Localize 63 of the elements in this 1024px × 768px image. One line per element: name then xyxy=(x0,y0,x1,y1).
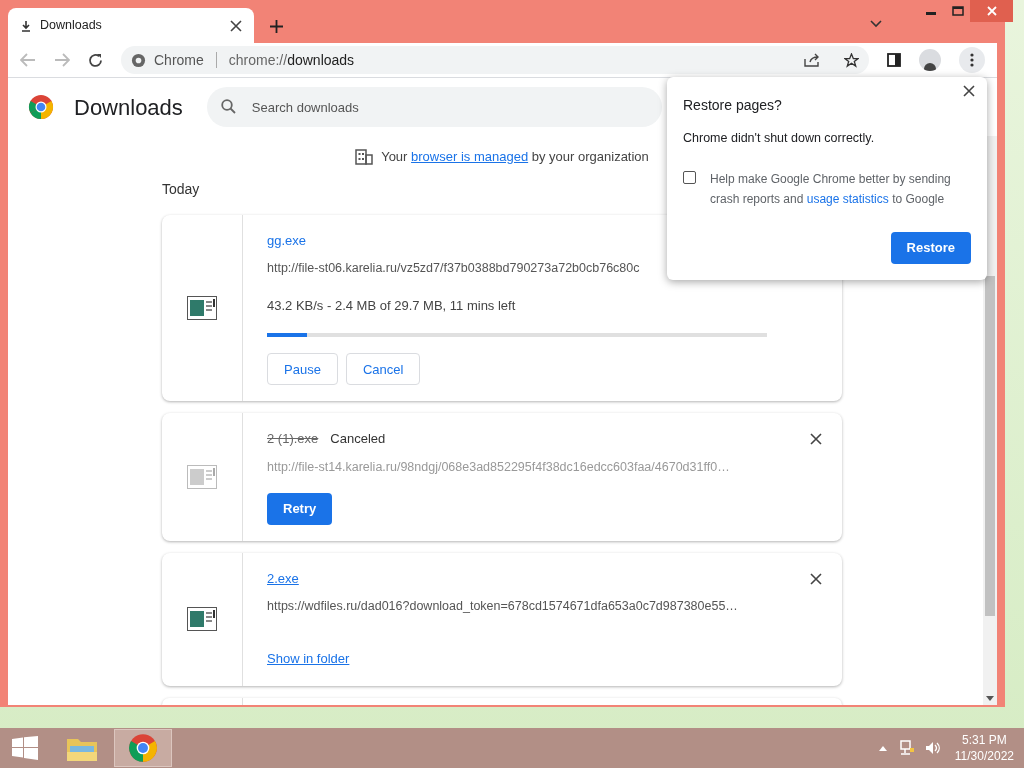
clock-date: 11/30/2022 xyxy=(954,748,1014,764)
file-icon xyxy=(187,295,217,320)
share-icon[interactable] xyxy=(804,53,820,67)
side-panel-icon[interactable] xyxy=(887,53,901,67)
browser-tab[interactable]: Downloads xyxy=(8,8,254,43)
chrome-logo-icon xyxy=(128,733,158,763)
page-title: Downloads xyxy=(74,93,183,122)
chrome-icon xyxy=(131,52,146,68)
more-vertical-icon xyxy=(970,53,974,67)
building-icon xyxy=(355,148,374,165)
managed-notice: Your browser is managed by your organization xyxy=(381,148,649,166)
popup-message: Chrome didn't shut down correctly. xyxy=(683,130,876,147)
clock[interactable]: 5:31 PM 11/30/2022 xyxy=(954,732,1014,764)
url-text: chrome://downloads xyxy=(228,50,355,70)
close-icon[interactable] xyxy=(963,85,975,97)
file-name: 2 (1).exe xyxy=(267,430,319,449)
file-icon xyxy=(187,607,217,632)
file-url: http://file-st14.karelia.ru/98ndgj/068e3ad852295f4f38dc16edcc603faa/4670d31ff0… xyxy=(267,458,731,476)
managed-link[interactable]: browser is managed xyxy=(411,149,529,164)
volume-icon[interactable] xyxy=(924,741,941,755)
maximize-icon[interactable] xyxy=(952,6,964,16)
progress-text: 43.2 KB/s - 2.4 MB of 29.7 MB, 11 mins left xyxy=(267,296,517,315)
site-label: Chrome xyxy=(154,50,204,70)
file-name-link[interactable]: 2.exe xyxy=(267,568,299,588)
tab-title: Downloads xyxy=(40,17,103,35)
status-text: Canceled xyxy=(330,430,386,449)
show-in-folder-link[interactable]: Show in folder xyxy=(267,650,350,666)
file-name-link[interactable]: gg.exe xyxy=(267,230,307,250)
tab-search-chevron-icon[interactable] xyxy=(870,20,882,28)
clock-time: 5:31 PM xyxy=(962,732,1007,748)
scroll-down-arrow-icon[interactable] xyxy=(986,696,994,701)
close-window-button[interactable] xyxy=(970,0,1013,22)
bookmark-star-icon[interactable] xyxy=(844,52,859,68)
checkbox[interactable] xyxy=(683,170,696,184)
show-hidden-icons[interactable] xyxy=(878,745,887,751)
checkbox-label: Help make Google Chrome better by sending crash reports and usage statistics to Google xyxy=(710,170,952,208)
scrollbar-thumb[interactable] xyxy=(985,276,995,616)
profile-icon[interactable] xyxy=(919,49,941,71)
new-tab-icon[interactable] xyxy=(270,20,283,33)
retry-button[interactable]: Retry xyxy=(267,492,333,525)
network-icon[interactable] xyxy=(898,740,915,756)
popup-title: Restore pages? xyxy=(683,96,783,115)
file-url: https://wdfiles.ru/dad016?download_token=678cd1574671dfa653a0c7d987380e55… xyxy=(267,598,739,615)
reload-icon[interactable] xyxy=(88,52,103,68)
action-button[interactable]: Pause xyxy=(267,353,338,386)
chrome-taskbar-button[interactable] xyxy=(114,729,172,767)
file-url: http://file-st06.karelia.ru/vz5zd7/f37b0388bd790273a72b0cb76c80c xyxy=(267,260,641,277)
restore-button[interactable]: Restore xyxy=(890,232,971,264)
tab-close-icon[interactable] xyxy=(230,19,242,32)
action-button[interactable]: Cancel xyxy=(345,353,421,386)
section-heading: Today xyxy=(162,179,200,199)
address-bar[interactable]: Chrome chrome://downloads xyxy=(121,46,869,74)
download-icon xyxy=(20,19,32,32)
windows-start-icon[interactable] xyxy=(12,736,38,760)
file-icon xyxy=(187,464,217,489)
menu-button[interactable] xyxy=(959,47,985,73)
close-icon xyxy=(986,6,997,16)
chrome-logo-icon xyxy=(28,94,54,120)
search-field[interactable]: Search downloads xyxy=(206,87,662,127)
remove-icon[interactable] xyxy=(810,433,822,446)
usage-statistics-link[interactable]: usage statistics xyxy=(806,191,889,206)
search-icon xyxy=(220,99,236,114)
remove-icon[interactable] xyxy=(810,572,822,585)
